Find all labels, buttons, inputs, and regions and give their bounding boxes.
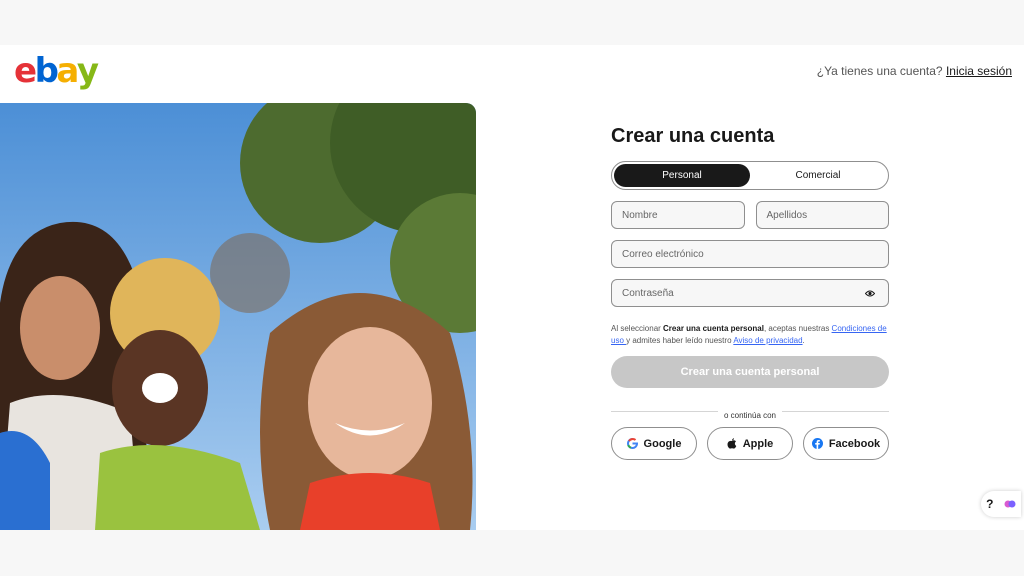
signin-prompt-text: ¿Ya tienes una cuenta? — [816, 64, 943, 78]
signup-form: Crear una cuenta Personal Comercial Nomb… — [611, 125, 889, 460]
ebay-logo[interactable]: ebay — [14, 51, 99, 91]
password-field[interactable]: Contraseña — [611, 279, 889, 307]
legal-part4: . — [802, 336, 805, 345]
password-input[interactable]: Contraseña — [622, 288, 674, 299]
logo-letter-y: y — [76, 51, 99, 91]
legal-part3: y admites haber leído nuestro — [626, 336, 734, 345]
divider-text: o continúa con — [717, 411, 783, 420]
page-title: Crear una cuenta — [611, 125, 775, 147]
logo-letter-a: a — [56, 51, 79, 91]
facebook-icon — [811, 438, 823, 449]
name-row: Nombre Apellidos — [611, 201, 889, 229]
tab-personal[interactable]: Personal — [614, 164, 750, 187]
eye-icon[interactable] — [865, 289, 875, 298]
logo-letter-b: b — [34, 51, 59, 91]
social-buttons: Google Apple Facebook — [611, 427, 889, 460]
apple-button[interactable]: Apple — [707, 427, 793, 460]
google-button[interactable]: Google — [611, 427, 697, 460]
tab-comercial[interactable]: Comercial — [750, 164, 886, 187]
last-name-input[interactable]: Apellidos — [755, 201, 889, 229]
legal-part2: , aceptas nuestras — [763, 324, 832, 333]
privacy-link[interactable]: Aviso de privacidad — [733, 336, 802, 345]
facebook-label: Facebook — [828, 437, 881, 450]
apple-label: Apple — [742, 437, 774, 450]
legal-text: Al seleccionar Crear una cuenta personal… — [611, 323, 889, 347]
apple-icon — [727, 438, 737, 449]
signin-prompt: ¿Ya tienes una cuenta? Inicia sesión — [817, 64, 1012, 78]
google-icon — [626, 438, 638, 449]
google-label: Google — [643, 437, 682, 450]
legal-part1: Al seleccionar — [611, 324, 664, 333]
assistant-brain-icon[interactable] — [1004, 498, 1016, 510]
help-question-icon[interactable]: ? — [986, 497, 993, 511]
divider: o continúa con — [611, 405, 889, 420]
help-widget[interactable]: ? — [981, 491, 1021, 517]
first-name-input[interactable]: Nombre — [611, 201, 745, 229]
facebook-button[interactable]: Facebook — [803, 427, 889, 460]
hero-photo — [0, 103, 476, 530]
legal-bold: Crear una cuenta personal — [663, 324, 764, 333]
page: ebay ¿Ya tienes una cuenta? Inicia sesió… — [0, 45, 1024, 530]
create-account-button[interactable]: Crear una cuenta personal — [611, 356, 889, 388]
hero-photo-illustration — [0, 103, 476, 530]
account-type-toggle: Personal Comercial — [611, 161, 889, 190]
email-input[interactable]: Correo electrónico — [611, 240, 889, 268]
signin-link[interactable]: Inicia sesión — [946, 64, 1012, 78]
logo-letter-e: e — [14, 51, 37, 91]
